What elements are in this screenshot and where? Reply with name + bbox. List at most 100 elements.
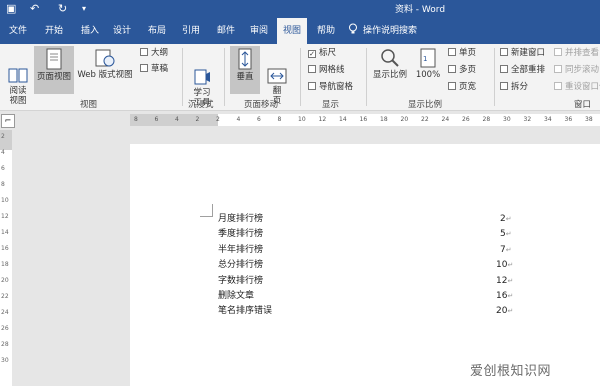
reset-window-button[interactable]: 重设窗口位置: [554, 81, 600, 93]
split-label: 拆分: [511, 82, 529, 92]
ruler-tick-label: 2: [216, 116, 220, 123]
print-layout-button[interactable]: 页面视图: [34, 46, 74, 94]
ruler-tick-label: 2: [195, 116, 200, 123]
side-by-side-button[interactable]: 并排查看: [554, 47, 599, 59]
page-number: 20: [496, 306, 508, 317]
zoom-group-label: 显示比例: [408, 100, 443, 110]
learning-tools-button[interactable]: 学习 工具: [186, 48, 218, 108]
ruler-label: 标尺: [319, 48, 337, 58]
page-width-button[interactable]: 页宽: [448, 81, 476, 93]
ruler-tick-label: 6: [154, 116, 159, 123]
draft-button[interactable]: 草稿: [140, 63, 168, 75]
reset-window-icon: [554, 82, 562, 90]
split-button[interactable]: 拆分: [500, 81, 528, 93]
ruler-tick-label: 8: [134, 116, 138, 123]
tab-selector-icon[interactable]: ⌐: [1, 114, 15, 128]
group-separator: [182, 48, 183, 106]
margin-crop-mark: [200, 204, 213, 217]
web-layout-icon: [95, 48, 115, 68]
outline-button[interactable]: 大纲: [140, 47, 168, 59]
tab-references[interactable]: 引用: [177, 18, 205, 44]
tell-me-search[interactable]: 操作说明搜索: [363, 18, 417, 44]
sync-scroll-button[interactable]: 同步滚动: [554, 64, 599, 76]
ruler-tick-label: 14: [339, 116, 347, 123]
read-mode-icon: [8, 58, 28, 83]
page-width-icon: [448, 82, 456, 90]
draft-icon: [140, 64, 148, 72]
ribbon-tabs: 文件 开始 插入 设计 布局 引用 邮件 审阅 视图 帮助 操作说明搜索: [0, 18, 600, 44]
gridlines-checkbox[interactable]: 网格线: [308, 64, 345, 76]
side-to-side-button[interactable]: 翻 页: [262, 48, 292, 106]
ruler-tick-label: 36: [564, 116, 573, 123]
tab-file[interactable]: 文件: [4, 18, 32, 44]
paragraph-mark-icon: ↵: [507, 276, 514, 285]
print-layout-icon: [46, 48, 62, 70]
window-title: 资料 - Word: [394, 5, 446, 15]
nav-pane-checkbox[interactable]: 导航窗格: [308, 81, 353, 93]
tab-mailings[interactable]: 邮件: [212, 18, 240, 44]
paragraph-mark-icon: ↵: [507, 261, 514, 270]
vertical-ruler-tick-label: 4: [1, 149, 5, 156]
list-item-value: 12↵: [496, 274, 513, 288]
ruler-tick-label: 16: [359, 116, 368, 123]
ruler-tick-label: 24: [441, 116, 450, 123]
vertical-scroll-icon: [237, 48, 253, 70]
list-item-value: 20↵: [496, 304, 513, 318]
learning-tools-icon: [193, 58, 211, 85]
title-bar: ▣ ↶ ↻ ▾ 资料 - Word: [0, 0, 600, 18]
new-window-icon: [500, 48, 508, 56]
ruler-tick-label: 22: [421, 116, 429, 123]
new-window-button[interactable]: 新建窗口: [500, 47, 545, 59]
zoom-100-button[interactable]: 1 100%: [412, 48, 444, 94]
tab-help[interactable]: 帮助: [312, 18, 340, 44]
one-page-button[interactable]: 单页: [448, 47, 476, 59]
show-group-label: 显示: [322, 100, 340, 110]
tab-home[interactable]: 开始: [40, 18, 68, 44]
read-mode-button[interactable]: 阅读 视图: [2, 48, 34, 106]
horizontal-ruler[interactable]: 8 6 4 2 2 4 6 8 10 12 14 16 18 20 22 24 26 28 30 32 34 36 38: [130, 114, 600, 126]
ruler-tick-label: 10: [298, 116, 306, 123]
group-separator: [494, 48, 495, 106]
multi-page-button[interactable]: 多页: [448, 64, 476, 76]
ruler-checkbox[interactable]: ✓ 标尺: [308, 47, 336, 59]
tab-layout[interactable]: 布局: [143, 18, 171, 44]
tab-insert[interactable]: 插入: [76, 18, 104, 44]
sync-scroll-label: 同步滚动: [565, 65, 600, 75]
group-separator: [224, 48, 225, 106]
web-layout-button[interactable]: Web 版式视图: [76, 48, 134, 94]
ruler-tick-label: 18: [380, 116, 388, 123]
ruler-tick-label: 26: [462, 116, 470, 123]
side-by-side-label: 并排查看: [565, 48, 600, 58]
arrange-all-icon: [500, 65, 508, 73]
vertical-ruler[interactable]: 2 4 6 8 10 12 14 16 18 20 22 24 26 28 30: [0, 130, 12, 386]
page-width-label: 页宽: [459, 82, 477, 92]
paragraph-mark-icon: ↵: [505, 230, 512, 239]
tab-view[interactable]: 视图: [277, 18, 307, 44]
paragraph-mark-icon: ↵: [507, 307, 514, 316]
vertical-ruler-tick-label: 8: [1, 181, 5, 188]
zoom-button[interactable]: 显示比例: [370, 48, 410, 94]
tab-review[interactable]: 审阅: [245, 18, 273, 44]
checkbox-icon: [308, 65, 316, 73]
group-separator: [366, 48, 367, 106]
vertical-ruler-tick-label: 20: [1, 277, 9, 284]
vertical-button[interactable]: 垂直: [230, 46, 260, 94]
list-item-label: 月度排行榜: [218, 214, 264, 224]
ruler-text-area: [218, 114, 600, 126]
arrange-all-button[interactable]: 全部重排: [500, 64, 545, 76]
outline-label: 大纲: [151, 48, 169, 58]
ribbon: 阅读 视图 页面视图 Web 版式视图 大纲 草稿 视图 学习 工具 沉浸式 垂…: [0, 44, 600, 111]
page-number: 10: [496, 260, 508, 271]
document-page[interactable]: [130, 144, 600, 386]
ruler-tick-label: 38: [585, 116, 593, 123]
paragraph-mark-icon: ↵: [505, 245, 512, 254]
paragraph-mark-icon: ↵: [507, 292, 514, 300]
sync-scroll-icon: [554, 65, 562, 73]
ruler-tick-label: 4: [175, 116, 179, 123]
list-item-label: 季度排行榜: [218, 229, 264, 240]
ruler-row: ⌐ 8 6 4 2 2 4 6 8 10 12 14 16 18 20 22 24 26 28 30 32 34 36 38: [0, 111, 600, 129]
tab-design[interactable]: 设计: [108, 18, 136, 44]
ruler-tick-label: 20: [400, 116, 409, 123]
vertical-ruler-tick-label: 24: [1, 309, 9, 316]
window-group-label: 窗口: [574, 100, 592, 110]
